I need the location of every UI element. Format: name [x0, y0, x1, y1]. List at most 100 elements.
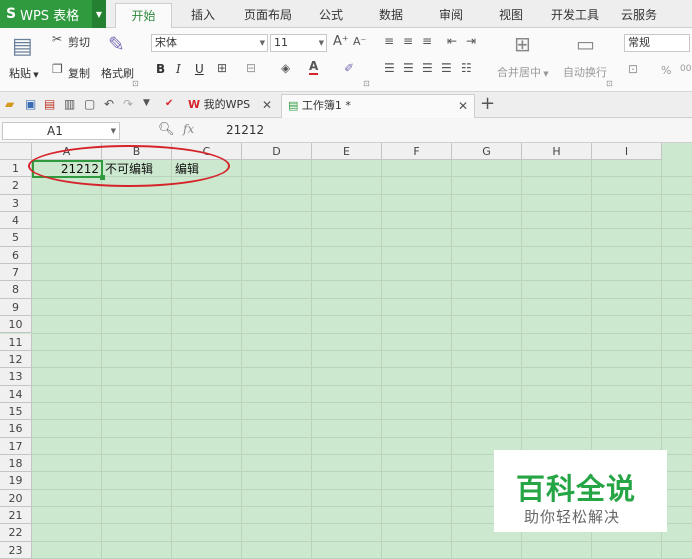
format-painter-button[interactable]: 格式刷 [101, 65, 134, 81]
row-header[interactable]: 22 [0, 524, 32, 542]
cut-button[interactable]: 剪切 [68, 34, 90, 50]
column-header[interactable]: F [382, 143, 452, 160]
print-preview-icon[interactable]: ▢ [84, 97, 95, 111]
alignment-group-launcher-icon[interactable]: ⊡ [606, 79, 613, 88]
close-tab-icon[interactable]: ✕ [458, 95, 468, 117]
font-group-launcher-icon[interactable]: ⊡ [363, 79, 370, 88]
column-header[interactable]: H [522, 143, 592, 160]
tab-insert[interactable]: 插入 [180, 0, 226, 28]
decrease-indent-icon[interactable]: ⇤ [447, 34, 457, 48]
tab-data[interactable]: 数据 [368, 0, 414, 28]
tab-cloud-service[interactable]: 云服务 [614, 0, 664, 28]
paste-button[interactable]: 粘贴 ▼ [9, 65, 39, 81]
gridline [32, 280, 692, 282]
row-header[interactable]: 14 [0, 385, 32, 403]
tab-home[interactable]: 开始 [115, 3, 172, 29]
row-header[interactable]: 7 [0, 264, 32, 282]
new-tab-icon[interactable]: + [480, 93, 495, 114]
row-header[interactable]: 1 [0, 160, 32, 178]
row-header[interactable]: 5 [0, 229, 32, 247]
number-format-select[interactable]: 常规 [624, 34, 690, 52]
clipboard-group-launcher-icon[interactable]: ⊡ [132, 79, 139, 88]
ribbon-toolbar: ▤ 粘贴 ▼ ✂ 剪切 ❐ 复制 ✎ 格式刷 ⊡ 宋体 ▼ 11 ▼ A⁺ A⁻ B… [0, 28, 692, 92]
tab-review[interactable]: 审阅 [428, 0, 474, 28]
row-header[interactable]: 6 [0, 246, 32, 265]
column-header[interactable]: G [452, 143, 522, 160]
copy-button[interactable]: 复制 [68, 65, 90, 81]
undo-icon[interactable]: ↶ [104, 97, 114, 111]
formula-input[interactable]: 21212 [226, 123, 264, 137]
app-menu-dropdown-icon[interactable]: ▼ [92, 0, 106, 28]
quick-access-dropdown-icon[interactable]: ▼ [143, 98, 150, 108]
fx-icon[interactable]: fx [183, 122, 194, 136]
print-icon[interactable]: ▥ [64, 97, 75, 111]
gridline [32, 263, 692, 265]
thousands-separator-button[interactable]: 000 [680, 64, 692, 74]
increase-indent-icon[interactable]: ⇥ [466, 34, 476, 48]
row-header[interactable]: 23 [0, 541, 32, 559]
tab-developer[interactable]: 开发工具 [545, 0, 605, 28]
align-top-icon[interactable]: ≡ [384, 34, 394, 48]
export-pdf-icon[interactable]: ▤ [44, 97, 55, 111]
tab-page-layout[interactable]: 页面布局 [238, 0, 298, 28]
close-tab-icon[interactable]: ✕ [262, 94, 272, 116]
align-bottom-icon[interactable]: ≡ [422, 34, 432, 48]
justify-icon[interactable]: ☰ [441, 61, 452, 75]
app-menu-button[interactable]: S WPS 表格 [0, 0, 92, 28]
row-header[interactable]: 15 [0, 402, 32, 421]
tab-formulas[interactable]: 公式 [308, 0, 354, 28]
doc-tab-my-wps[interactable]: W 我的WPS ✕ [182, 94, 278, 118]
redo-icon[interactable]: ↷ [123, 97, 133, 111]
align-right-icon[interactable]: ☰ [422, 61, 433, 75]
open-folder-icon[interactable]: ▰ [5, 97, 14, 111]
borders-icon[interactable]: ⊞ [217, 61, 227, 75]
column-header[interactable]: I [592, 143, 662, 160]
font-size-select[interactable]: 11 ▼ [270, 34, 327, 52]
row-header[interactable]: 3 [0, 194, 32, 213]
customize-icon[interactable]: ✔ [165, 98, 173, 109]
clear-format-icon[interactable]: ✐ [344, 61, 354, 75]
align-left-icon[interactable]: ☰ [384, 61, 395, 75]
gridline [101, 160, 102, 559]
column-header[interactable]: D [242, 143, 312, 160]
bold-button[interactable]: B [156, 62, 165, 76]
tab-view[interactable]: 视图 [488, 0, 534, 28]
decrease-font-size-icon[interactable]: A⁻ [353, 35, 366, 48]
row-header[interactable]: 16 [0, 420, 32, 438]
gridline [32, 419, 692, 421]
save-icon[interactable]: ▣ [25, 97, 36, 111]
font-color-icon[interactable]: A [309, 60, 319, 75]
name-box[interactable]: A1 ▼ [2, 122, 120, 140]
row-header[interactable]: 11 [0, 333, 32, 351]
currency-format-icon[interactable]: ⊡ [628, 62, 638, 76]
distributed-align-icon[interactable]: ☷ [461, 61, 472, 75]
row-header[interactable]: 17 [0, 437, 32, 455]
row-header[interactable]: 12 [0, 350, 32, 369]
row-header[interactable]: 9 [0, 298, 32, 317]
row-header[interactable]: 19 [0, 472, 32, 490]
merge-cells-icon[interactable]: ⊟ [246, 61, 256, 75]
row-header[interactable]: 13 [0, 368, 32, 386]
row-header[interactable]: 8 [0, 281, 32, 299]
align-center-icon[interactable]: ☰ [403, 61, 414, 75]
fill-color-icon[interactable]: ◈ [281, 61, 290, 75]
row-header[interactable]: 10 [0, 316, 32, 334]
align-middle-icon[interactable]: ≡ [403, 34, 413, 48]
increase-font-size-icon[interactable]: A⁺ [333, 34, 349, 49]
row-header[interactable]: 2 [0, 177, 32, 195]
doc-tab-workbook1[interactable]: ▤ 工作簿1 * ✕ [281, 94, 475, 118]
font-name-select[interactable]: 宋体 ▼ [151, 34, 268, 52]
row-header[interactable]: 21 [0, 507, 32, 525]
row-header[interactable]: 20 [0, 489, 32, 507]
merge-center-button[interactable]: 合并居中 ▼ [497, 64, 549, 80]
paste-icon[interactable]: ▤ [12, 34, 33, 59]
select-all-corner[interactable] [0, 143, 32, 160]
percent-button[interactable]: % [661, 64, 671, 77]
zoom-search-icon[interactable]: 🔍︎ [158, 122, 175, 137]
underline-button[interactable]: U [195, 62, 204, 76]
row-header[interactable]: 18 [0, 454, 32, 473]
italic-button[interactable]: I [176, 62, 181, 76]
wrap-text-button[interactable]: 自动换行 [563, 64, 607, 80]
row-header[interactable]: 4 [0, 212, 32, 230]
column-header[interactable]: E [312, 143, 382, 160]
